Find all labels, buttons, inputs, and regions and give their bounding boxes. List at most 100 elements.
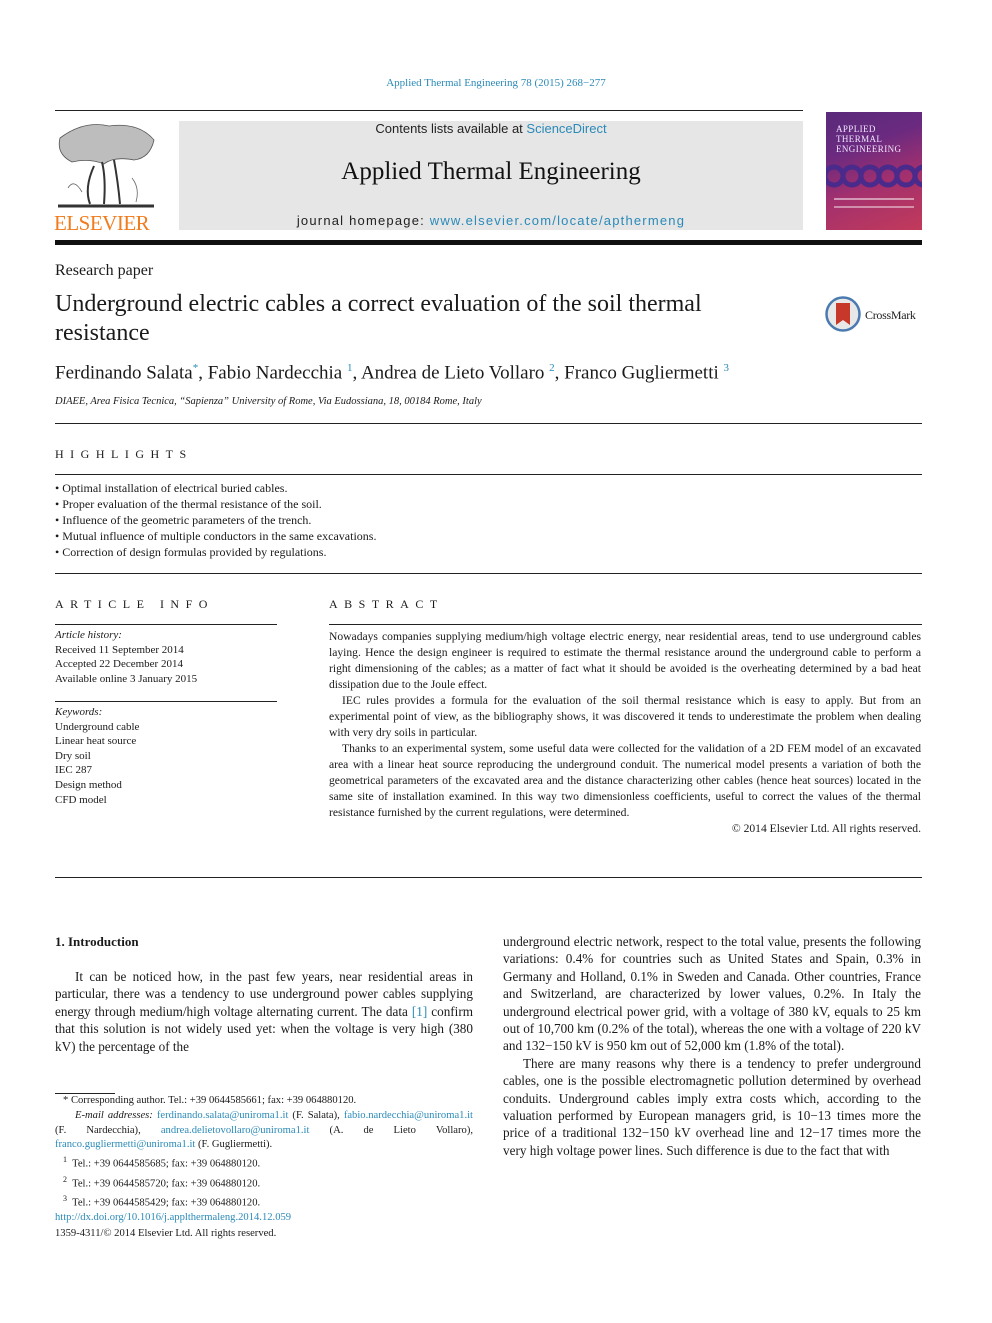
- article-info-heading: ARTICLE INFO: [55, 597, 214, 611]
- highlight-item: Proper evaluation of the thermal resista…: [55, 496, 376, 512]
- author-footnote-mark[interactable]: 1: [347, 362, 353, 374]
- author-footnote-mark[interactable]: *: [193, 362, 199, 374]
- section-rule: [55, 573, 922, 574]
- history-accepted: Accepted 22 December 2014: [55, 658, 183, 671]
- keyword: CFD model: [55, 793, 107, 806]
- section-rule: [55, 624, 277, 625]
- highlight-item: Correction of design formulas provided b…: [55, 544, 376, 560]
- section-rule: [55, 701, 277, 702]
- keywords-list: Keywords: Underground cable Linear heat …: [55, 705, 139, 807]
- history-received: Received 11 September 2014: [55, 643, 184, 656]
- cover-title-line: Thermal: [836, 134, 883, 144]
- cover-title: Applied Thermal Engineering: [836, 124, 901, 154]
- homepage-line: journal homepage: www.elsevier.com/locat…: [179, 213, 803, 228]
- history-online: Available online 3 January 2015: [55, 672, 198, 685]
- highlight-item: Optimal installation of electrical burie…: [55, 480, 376, 496]
- author-name[interactable]: Ferdinando Salata: [55, 362, 193, 383]
- footnote-mark: 3: [63, 1193, 67, 1203]
- journal-reference-link[interactable]: Applied Thermal Engineering 78 (2015) 26…: [0, 77, 992, 89]
- sciencedirect-link[interactable]: ScienceDirect: [526, 121, 606, 136]
- keyword: Underground cable: [55, 720, 140, 733]
- article-type: Research paper: [55, 262, 154, 279]
- cover-title-line: Engineering: [836, 144, 902, 154]
- homepage-prefix: journal homepage:: [296, 213, 430, 228]
- section-rule: [55, 877, 922, 878]
- email-addresses: E-mail addresses: ferdinando.salata@unir…: [55, 1109, 473, 1153]
- abstract-heading: ABSTRACT: [329, 597, 444, 611]
- keywords-label: Keywords:: [55, 706, 103, 718]
- issn-copyright: 1359-4311/© 2014 Elsevier Ltd. All right…: [55, 1227, 277, 1239]
- journal-masthead: Contents lists available at ScienceDirec…: [179, 121, 803, 230]
- email-link[interactable]: andrea.delietovollaro@uniroma1.it: [161, 1125, 310, 1136]
- introduction-paragraph: underground electric network, respect to…: [503, 934, 921, 1054]
- author-footnote-mark[interactable]: 3: [724, 362, 730, 374]
- introduction-left-column: It can be noticed how, in the past few y…: [55, 968, 473, 1055]
- footnote-mark: 1: [63, 1155, 67, 1165]
- crossmark-button[interactable]: CrossMark: [825, 296, 925, 334]
- abstract-body: Nowadays companies supplying medium/high…: [329, 629, 921, 837]
- section-rule: [55, 423, 922, 424]
- homepage-link[interactable]: www.elsevier.com/locate/apthermeng: [430, 213, 685, 228]
- crossmark-icon: [825, 296, 861, 332]
- footnote-text: Tel.: +39 0644585429; fax: +39 064880120…: [72, 1197, 261, 1209]
- introduction-paragraph: It can be noticed how, in the past few y…: [55, 968, 473, 1055]
- reference-link[interactable]: [1]: [412, 1004, 427, 1019]
- journal-cover-image[interactable]: Applied Thermal Engineering: [826, 112, 922, 230]
- footnote-text: Tel.: +39 0644585685; fax: +39 064880120…: [72, 1158, 261, 1170]
- footnotes: * Corresponding author. Tel.: +39 064458…: [55, 1094, 473, 1211]
- abstract-paragraph: IEC rules provides a formula for the eva…: [329, 694, 921, 739]
- email-owner: (F. Gugliermetti).: [195, 1139, 273, 1151]
- elsevier-tree-icon: [58, 124, 155, 208]
- contents-line: Contents lists available at ScienceDirec…: [179, 121, 803, 136]
- elsevier-logo[interactable]: ELSEVIER: [54, 118, 158, 234]
- article-history-label: Article history:: [55, 629, 122, 641]
- email-link[interactable]: ferdinando.salata@uniroma1.it: [157, 1110, 289, 1121]
- keyword: Design method: [55, 778, 122, 791]
- footnote-text: Tel.: +39 0644585720; fax: +39 064880120…: [72, 1178, 261, 1190]
- crossmark-label: CrossMark: [865, 308, 916, 322]
- abstract-paragraph: Nowadays companies supplying medium/high…: [329, 630, 921, 691]
- email-owner: (A. de Lieto Vollaro),: [309, 1124, 473, 1136]
- abstract-copyright: © 2014 Elsevier Ltd. All rights reserved…: [731, 822, 921, 835]
- doi-block: http://dx.doi.org/10.1016/j.applthermale…: [55, 1210, 291, 1241]
- introduction-right-column: underground electric network, respect to…: [503, 933, 921, 1159]
- keyword: Linear heat source: [55, 735, 137, 748]
- header-thick-rule: [55, 240, 922, 245]
- author-affiliation: DIAEE, Area Fisica Tecnica, “Sapienza” U…: [55, 396, 482, 407]
- section-rule: [55, 474, 922, 475]
- keyword: Dry soil: [55, 749, 91, 762]
- author-footnote-mark[interactable]: 2: [549, 362, 555, 374]
- email-owner: (F. Salata),: [288, 1109, 344, 1121]
- keyword: IEC 287: [55, 764, 92, 777]
- contents-prefix: Contents lists available at: [375, 121, 527, 136]
- cover-text-line: [834, 198, 914, 200]
- abstract-paragraph: Thanks to an experimental system, some u…: [329, 742, 921, 819]
- journal-title: Applied Thermal Engineering: [341, 158, 641, 185]
- doi-link[interactable]: http://dx.doi.org/10.1016/j.applthermale…: [55, 1210, 291, 1226]
- email-owner: (F. Nardecchia),: [55, 1124, 161, 1136]
- article-history: Article history: Received 11 September 2…: [55, 628, 197, 686]
- highlights-heading: HIGHLIGHTS: [55, 447, 193, 461]
- introduction-paragraph: There are many reasons why there is a te…: [503, 1055, 921, 1158]
- cover-text-line: [834, 206, 914, 208]
- author-name[interactable]: Andrea de Lieto Vollaro: [361, 362, 544, 383]
- author-footnote: 2 Tel.: +39 0644585720; fax: +39 0648801…: [55, 1173, 473, 1192]
- highlights-list: Optimal installation of electrical burie…: [55, 480, 376, 560]
- highlight-item: Influence of the geometric parameters of…: [55, 512, 376, 528]
- elsevier-wordmark: ELSEVIER: [54, 211, 150, 235]
- cover-title-line: Applied: [836, 124, 876, 134]
- email-link[interactable]: fabio.nardecchia@uniroma1.it: [344, 1110, 473, 1121]
- footnote-mark: 2: [63, 1174, 67, 1184]
- author-footnote: 1 Tel.: +39 0644585685; fax: +39 0648801…: [55, 1153, 473, 1172]
- author-name[interactable]: Fabio Nardecchia: [208, 362, 343, 383]
- introduction-heading: 1. Introduction: [55, 934, 139, 949]
- highlight-item: Mutual influence of multiple conductors …: [55, 528, 376, 544]
- header-rule: [55, 110, 803, 111]
- author-name[interactable]: Franco Gugliermetti: [564, 362, 719, 383]
- article-title: Underground electric cables a correct ev…: [55, 291, 702, 346]
- email-link[interactable]: franco.gugliermetti@uniroma1.it: [55, 1139, 195, 1150]
- paragraph-text: It can be noticed how, in the past few y…: [55, 969, 473, 1019]
- author-list: Ferdinando Salata*, Fabio Nardecchia 1, …: [55, 362, 730, 384]
- author-footnote: 3 Tel.: +39 0644585429; fax: +39 0648801…: [55, 1192, 473, 1211]
- cover-rings-graphic: [826, 164, 922, 188]
